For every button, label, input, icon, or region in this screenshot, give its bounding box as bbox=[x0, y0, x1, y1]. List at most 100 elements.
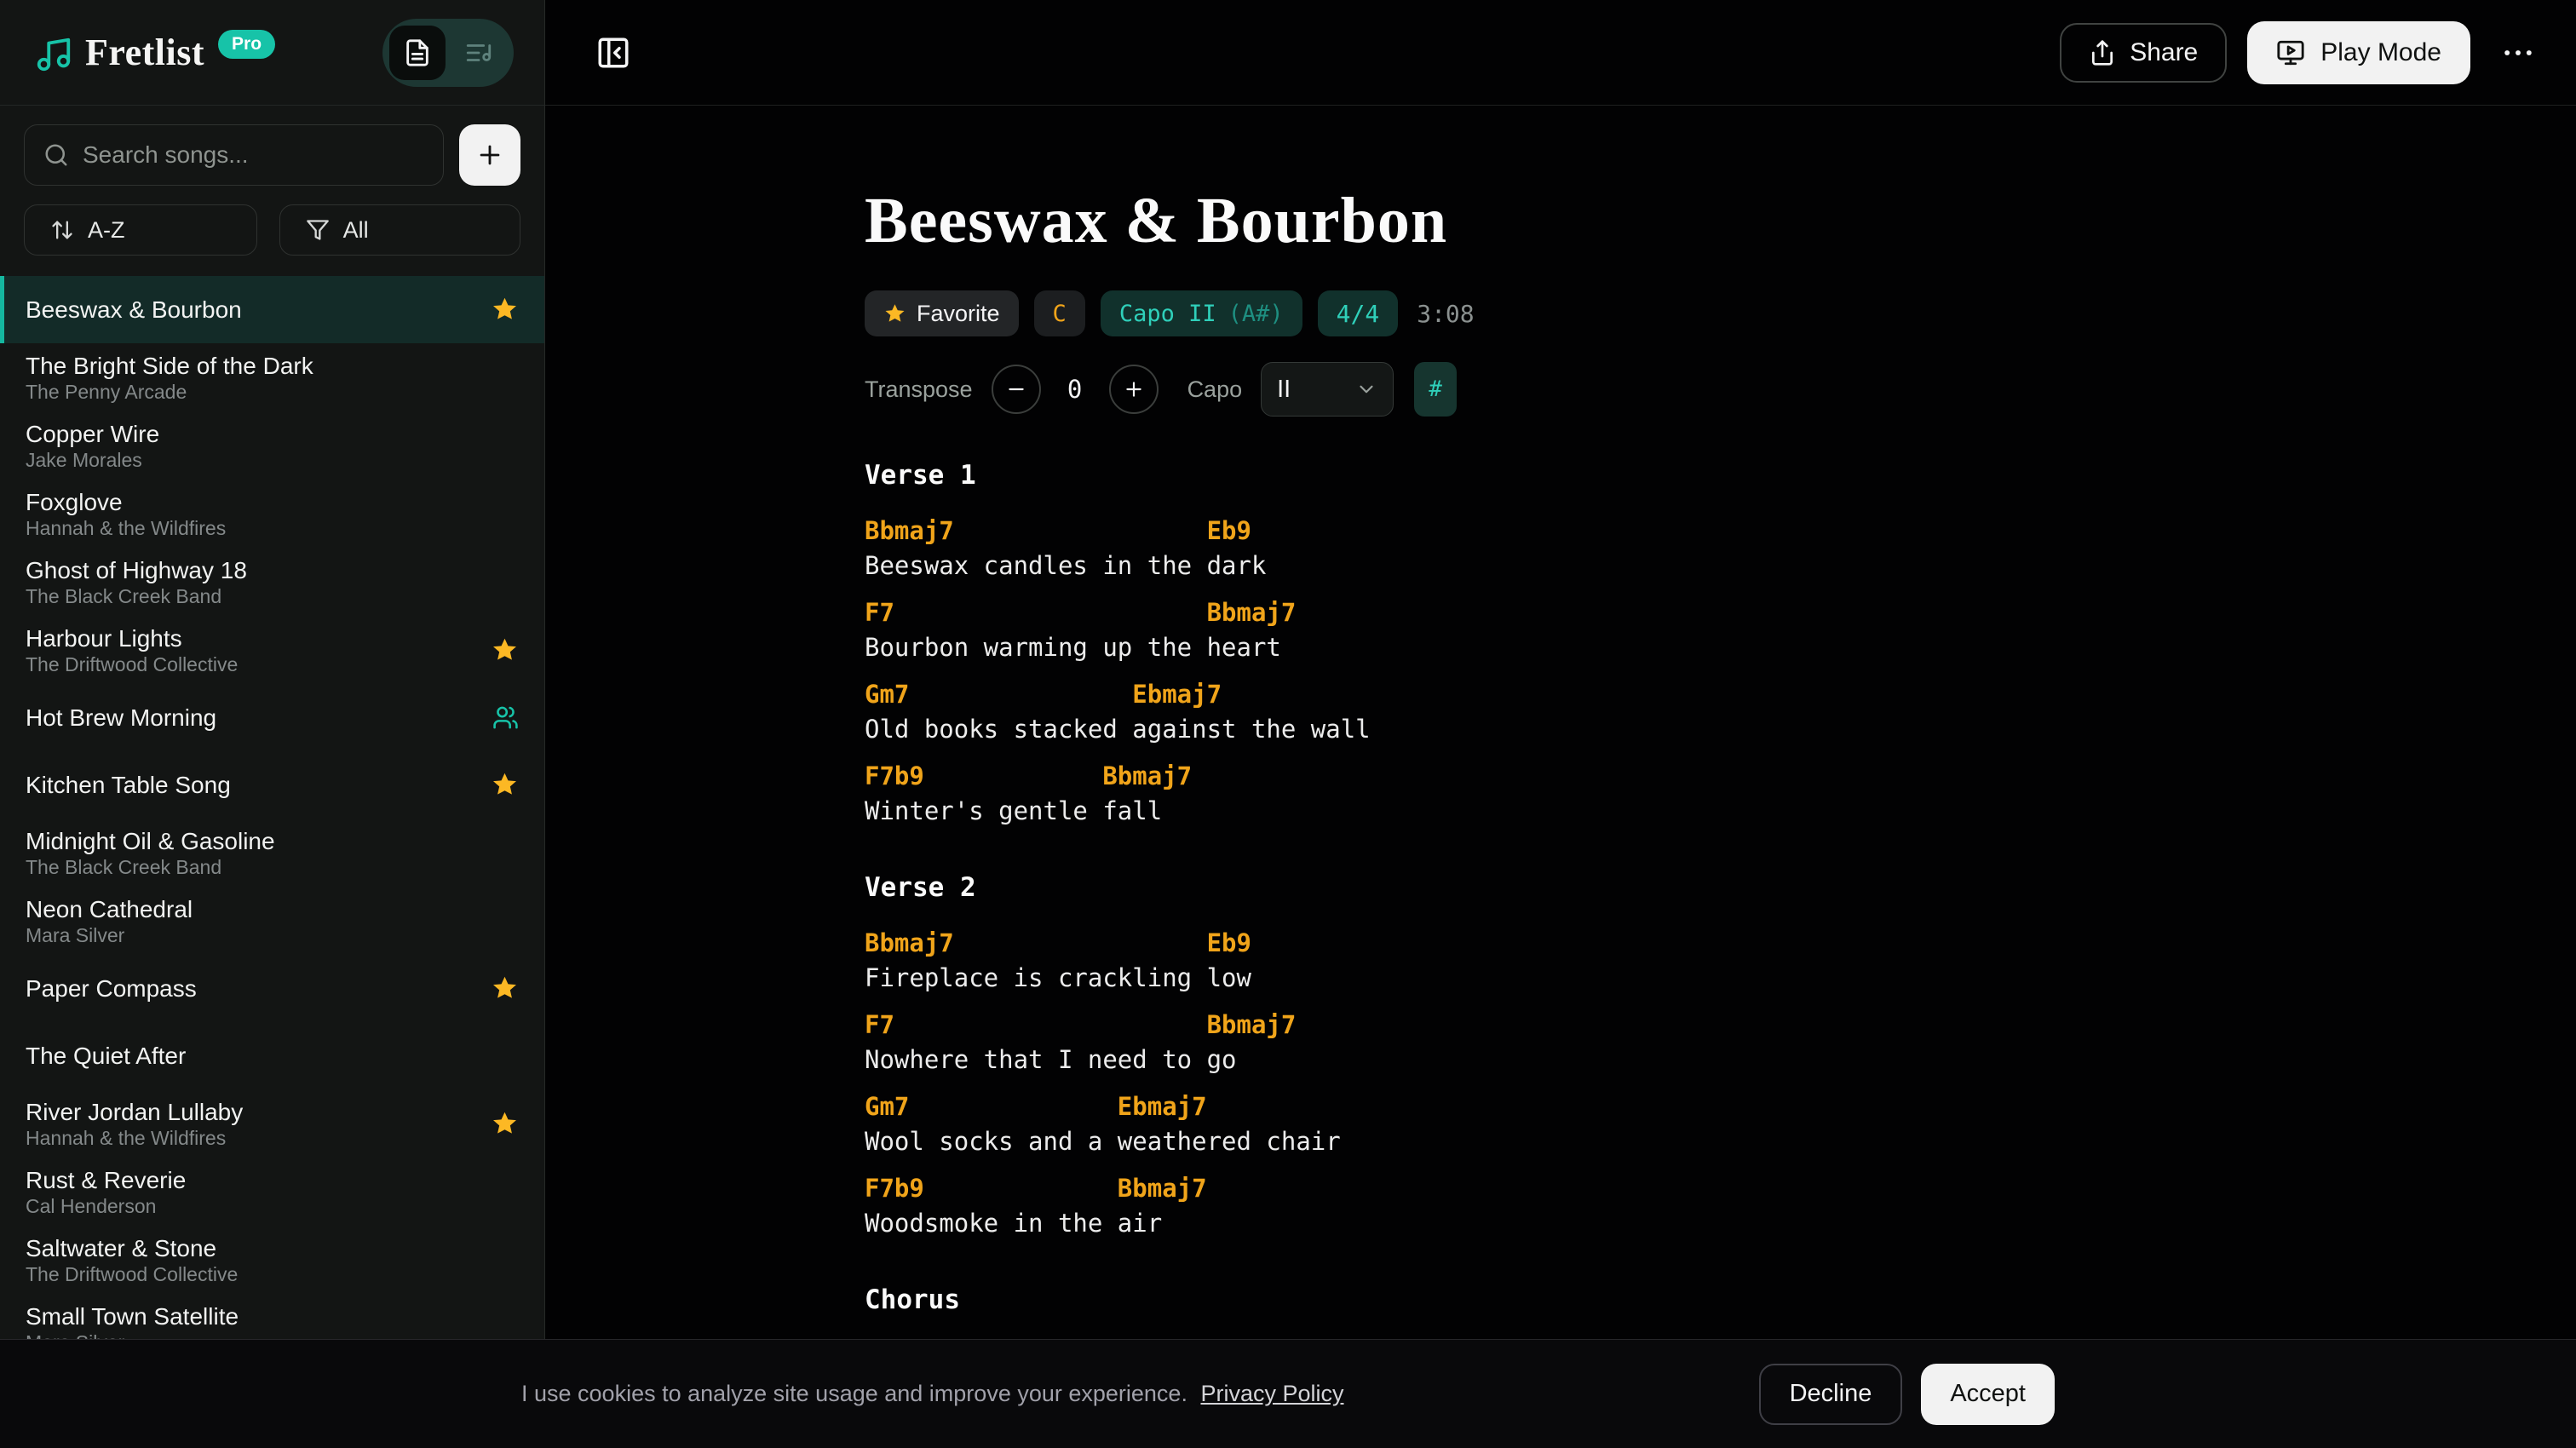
song-row-midnight-oil[interactable]: Midnight Oil & Gasoline The Black Creek … bbox=[0, 819, 544, 887]
song-row-foxglove[interactable]: Foxglove Hannah & the Wildfires bbox=[0, 480, 544, 548]
chord-lyric-pair: F7 Bbmaj7 Bourbon warming up the heart bbox=[865, 595, 2576, 665]
song-row-kitchen-table-song[interactable]: Kitchen Table Song bbox=[0, 751, 544, 819]
star-icon[interactable] bbox=[491, 771, 519, 799]
capo-select[interactable]: II bbox=[1261, 362, 1394, 417]
song-row-the-quiet-after[interactable]: The Quiet After bbox=[0, 1022, 544, 1089]
chord-line: F7 Bbmaj7 bbox=[865, 1008, 2576, 1043]
song-sheet: Beeswax & Bourbon Favorite C Capo II (A#… bbox=[545, 106, 2576, 1448]
star-icon[interactable] bbox=[491, 974, 519, 1003]
chord-lyric-pair: Bbmaj7 Eb9 Beeswax candles in the dark bbox=[865, 514, 2576, 583]
song-row-paper-compass[interactable]: Paper Compass bbox=[0, 955, 544, 1022]
app-logo: Fretlist Pro bbox=[34, 28, 275, 78]
chord-lyric-pair: Gm7 Ebmaj7 Old books stacked against the… bbox=[865, 677, 2576, 747]
main-panel: Share Play Mode Beeswax & Bourbon Favori… bbox=[545, 0, 2576, 1448]
decline-button[interactable]: Decline bbox=[1759, 1364, 1903, 1425]
section-verse-1: Verse 1 Bbmaj7 Eb9 Beeswax candles in th… bbox=[865, 457, 2576, 829]
page-title: Beeswax & Bourbon bbox=[865, 184, 2576, 258]
sharp-toggle-button[interactable]: # bbox=[1414, 362, 1457, 417]
share-button[interactable]: Share bbox=[2060, 23, 2227, 83]
song-artist: The Driftwood Collective bbox=[26, 653, 238, 675]
song-artist: The Driftwood Collective bbox=[26, 1263, 238, 1285]
song-title: Midnight Oil & Gasoline bbox=[26, 827, 275, 855]
transpose-value: 0 bbox=[1041, 375, 1109, 404]
cookie-message: I use cookies to analyze site usage and … bbox=[521, 1381, 1344, 1407]
song-title: Foxglove bbox=[26, 488, 226, 516]
lyric-line: Nowhere that I need to go bbox=[865, 1043, 2576, 1077]
capo-select-value: II bbox=[1277, 376, 1291, 404]
song-row-harbour-lights[interactable]: Harbour Lights The Driftwood Collective bbox=[0, 616, 544, 684]
chord-line: Bbmaj7 Eb9 bbox=[865, 926, 2576, 961]
song-title: Ghost of Highway 18 bbox=[26, 556, 247, 584]
chord-lyric-pair: F7 Bbmaj7 Nowhere that I need to go bbox=[865, 1008, 2576, 1077]
accept-button[interactable]: Accept bbox=[1921, 1364, 2055, 1425]
file-text-icon bbox=[403, 38, 432, 67]
cookie-banner-content: I use cookies to analyze site usage and … bbox=[521, 1364, 2055, 1425]
transpose-minus-button[interactable] bbox=[992, 365, 1041, 414]
song-title: Saltwater & Stone bbox=[26, 1234, 238, 1262]
sort-label: A-Z bbox=[88, 217, 125, 244]
toggle-document-view[interactable] bbox=[389, 26, 446, 80]
transpose-plus-button[interactable] bbox=[1109, 365, 1159, 414]
lyric-line: Bourbon warming up the heart bbox=[865, 630, 2576, 665]
capo-badge: Capo II (A#) bbox=[1101, 290, 1302, 336]
search-box[interactable] bbox=[24, 124, 444, 186]
add-song-button[interactable] bbox=[459, 124, 520, 186]
song-row-copper-wire[interactable]: Copper Wire Jake Morales bbox=[0, 411, 544, 480]
filter-row: A-Z All bbox=[0, 186, 544, 276]
song-row-beeswax-bourbon[interactable]: Beeswax & Bourbon bbox=[0, 276, 544, 343]
chord-line: Gm7 Ebmaj7 bbox=[865, 1089, 2576, 1124]
chevron-down-icon bbox=[1355, 378, 1377, 400]
favorite-badge[interactable]: Favorite bbox=[865, 290, 1019, 336]
more-options-button[interactable] bbox=[2491, 26, 2545, 80]
toggle-setlist-view[interactable] bbox=[451, 26, 507, 80]
chord-line: Bbmaj7 Eb9 bbox=[865, 514, 2576, 549]
collapse-sidebar-button[interactable] bbox=[586, 26, 641, 80]
sort-button[interactable]: A-Z bbox=[24, 204, 257, 256]
star-icon bbox=[883, 302, 906, 325]
song-row-neon-cathedral[interactable]: Neon Cathedral Mara Silver bbox=[0, 887, 544, 955]
badge-row: Favorite C Capo II (A#) 4/4 3:08 bbox=[865, 290, 2576, 336]
share-up-arrow-icon bbox=[2089, 39, 2116, 66]
lyric-line: Winter's gentle fall bbox=[865, 794, 2576, 829]
cookie-actions: Decline Accept bbox=[1759, 1364, 2055, 1425]
song-row-ghost-of-highway-18[interactable]: Ghost of Highway 18 The Black Creek Band bbox=[0, 548, 544, 616]
favorite-label: Favorite bbox=[917, 301, 1000, 327]
chord-lyric-pair: F7b9 Bbmaj7 Winter's gentle fall bbox=[865, 759, 2576, 829]
app-title: Fretlist bbox=[85, 28, 204, 78]
song-row-hot-brew-morning[interactable]: Hot Brew Morning bbox=[0, 684, 544, 751]
section-heading: Verse 1 bbox=[865, 457, 2576, 493]
capo-badge-label: Capo II bbox=[1119, 301, 1216, 327]
search-input[interactable] bbox=[83, 141, 424, 169]
song-title: Small Town Satellite bbox=[26, 1302, 239, 1330]
star-icon[interactable] bbox=[491, 636, 519, 664]
users-icon bbox=[492, 704, 519, 731]
star-icon[interactable] bbox=[491, 296, 519, 324]
song-artist: The Penny Arcade bbox=[26, 381, 313, 403]
filter-button[interactable]: All bbox=[279, 204, 520, 256]
music-notes-icon bbox=[34, 35, 73, 74]
topbar-actions: Share Play Mode bbox=[2060, 21, 2545, 84]
song-title: Kitchen Table Song bbox=[26, 771, 231, 799]
plus-icon bbox=[1123, 378, 1145, 400]
song-row-river-jordan-lullaby[interactable]: River Jordan Lullaby Hannah & the Wildfi… bbox=[0, 1089, 544, 1158]
section-heading: Verse 2 bbox=[865, 870, 2576, 905]
view-toggle bbox=[382, 19, 514, 87]
song-title: The Bright Side of the Dark bbox=[26, 352, 313, 380]
star-icon[interactable] bbox=[491, 1110, 519, 1138]
arrow-up-down-icon bbox=[50, 218, 74, 242]
song-artist: Cal Henderson bbox=[26, 1195, 186, 1217]
section-heading: Chorus bbox=[865, 1282, 2576, 1318]
song-row-bright-side[interactable]: The Bright Side of the Dark The Penny Ar… bbox=[0, 343, 544, 411]
capo-label: Capo bbox=[1187, 376, 1243, 403]
song-artist: The Black Creek Band bbox=[26, 856, 275, 878]
capo-badge-note: (A#) bbox=[1228, 301, 1284, 327]
play-mode-button[interactable]: Play Mode bbox=[2247, 21, 2470, 84]
chord-line: F7b9 Bbmaj7 bbox=[865, 1171, 2576, 1206]
song-row-saltwater-and-stone[interactable]: Saltwater & Stone The Driftwood Collecti… bbox=[0, 1226, 544, 1294]
chord-lyric-pair: F7b9 Bbmaj7 Woodsmoke in the air bbox=[865, 1171, 2576, 1241]
privacy-policy-link[interactable]: Privacy Policy bbox=[1200, 1381, 1343, 1406]
transpose-controls: Transpose 0 Capo II # bbox=[865, 362, 2576, 417]
song-row-rust-and-reverie[interactable]: Rust & Reverie Cal Henderson bbox=[0, 1158, 544, 1226]
lyric-line: Woodsmoke in the air bbox=[865, 1206, 2576, 1241]
funnel-icon bbox=[306, 218, 330, 242]
